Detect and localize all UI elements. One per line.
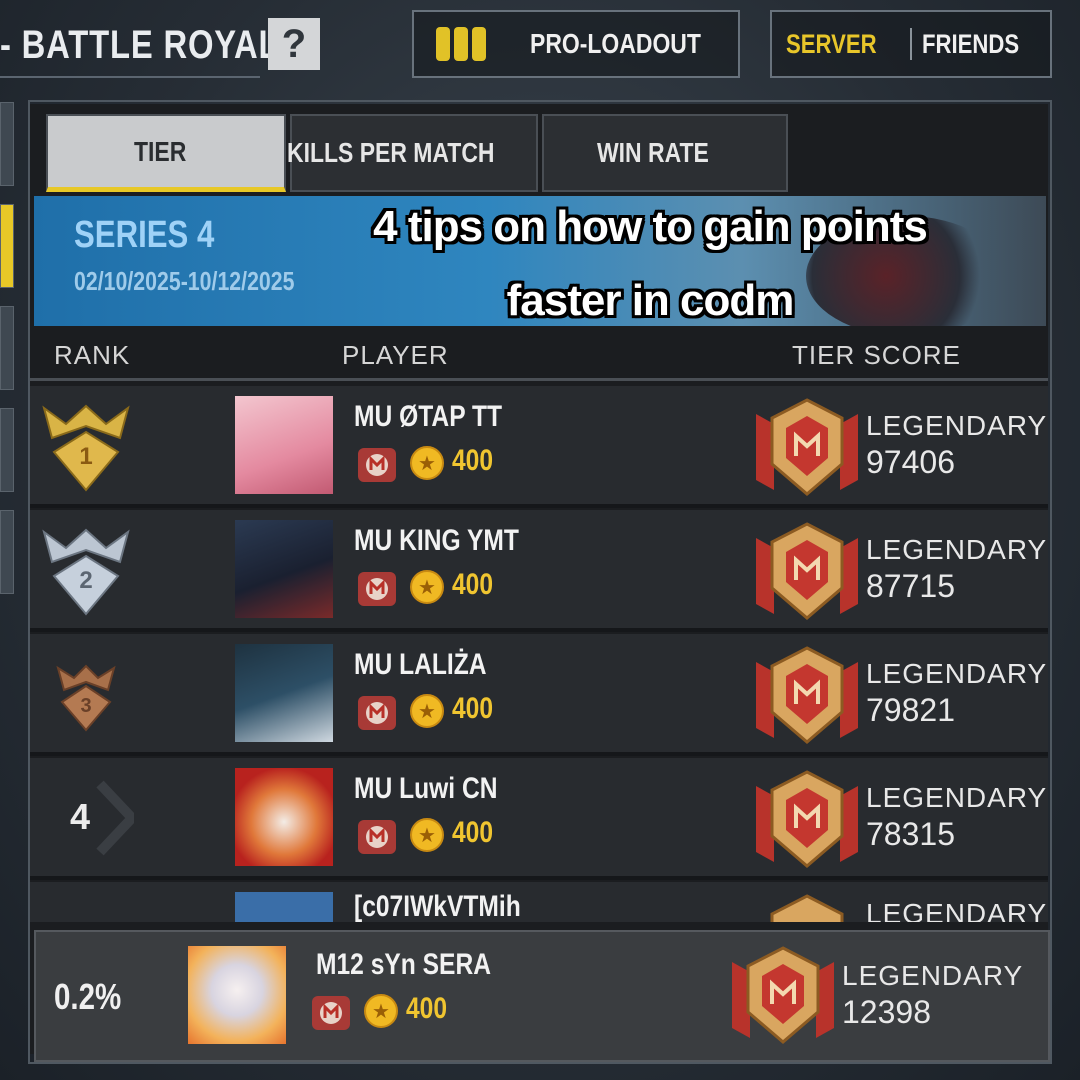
mode-title: - BATTLE ROYALE — [0, 14, 301, 78]
silver-rank-icon: 2 — [42, 528, 130, 616]
tier-label: LEGENDARY — [866, 782, 1048, 813]
side-tab[interactable] — [0, 102, 14, 186]
player-points: 400 — [452, 692, 494, 725]
player-name: MU KING YMT — [354, 524, 519, 557]
avatar — [235, 396, 333, 494]
legendary-tier-icon — [756, 398, 858, 496]
player-points: 400 — [406, 992, 448, 1025]
loadout-icon — [436, 27, 486, 61]
my-rank-row[interactable]: 0.2% M12 sYn SERA ★ 400 LEGENDARY 12398 — [34, 930, 1050, 1062]
table-row[interactable]: 1 MU ØTAP TT ★ 400 LEGENDARY 97406 — [30, 386, 1048, 508]
table-row[interactable]: 4 MU Luwi CN ★ 400 LEGENDARY 78315 — [30, 758, 1048, 880]
side-tab[interactable] — [0, 408, 14, 492]
rank-number: 4 — [70, 796, 91, 837]
player-points: 400 — [452, 816, 494, 849]
tab-tier[interactable]: TIER — [46, 114, 286, 192]
side-tab-active[interactable] — [0, 204, 14, 288]
column-rank: RANK — [54, 340, 131, 370]
avatar — [235, 520, 333, 618]
clan-emblem-icon — [358, 448, 396, 482]
star-coin-icon: ★ — [364, 994, 398, 1028]
legendary-tier-icon — [756, 646, 858, 744]
clan-emblem-icon — [358, 572, 396, 606]
my-rank-percent: 0.2% — [54, 976, 122, 1017]
avatar — [235, 892, 333, 922]
player-name: MU Luwi CN — [354, 772, 498, 805]
tab-kills-per-match[interactable]: KILLS PER MATCH — [287, 114, 538, 192]
player-points: 400 — [452, 568, 494, 601]
svg-text:1: 1 — [79, 443, 92, 470]
player-points: 400 — [452, 444, 494, 477]
table-row[interactable]: [c07IWkVTMih LEGENDARY — [30, 882, 1048, 922]
tier-score: 78315 — [866, 816, 955, 852]
side-tab[interactable] — [0, 306, 14, 390]
avatar — [235, 768, 333, 866]
tab-server[interactable]: SERVER — [772, 29, 910, 60]
tier-label: LEGENDARY — [866, 410, 1048, 441]
caption-line: 4 tips on how to gain points — [373, 202, 928, 251]
tier-score: 12398 — [842, 994, 931, 1030]
player-name: [c07IWkVTMih — [354, 890, 521, 922]
video-caption: 4 tips on how to gain points faster in c… — [280, 190, 1020, 338]
svg-text:2: 2 — [79, 567, 92, 594]
clan-emblem-icon — [358, 820, 396, 854]
tier-score: 79821 — [866, 692, 955, 728]
clan-emblem-icon — [358, 696, 396, 730]
help-button[interactable]: ? — [268, 18, 320, 70]
column-tier-score: TIER SCORE — [792, 340, 961, 370]
legendary-tier-icon — [756, 522, 858, 620]
tier-label: LEGENDARY — [842, 960, 1024, 991]
tier-label: LEGENDARY — [866, 534, 1048, 565]
category-tabs: TIER KILLS PER MATCH WIN RATE — [46, 114, 788, 192]
tier-score: 97406 — [866, 444, 955, 480]
star-coin-icon: ★ — [410, 694, 444, 728]
star-coin-icon: ★ — [410, 570, 444, 604]
star-coin-icon: ★ — [410, 446, 444, 480]
player-name: MU ØTAP TT — [354, 400, 503, 433]
legendary-tier-icon — [732, 946, 834, 1044]
player-name: M12 sYn SERA — [316, 948, 491, 981]
clan-emblem-icon — [312, 996, 350, 1030]
tier-label: LEGENDARY — [866, 898, 1048, 922]
avatar — [188, 946, 286, 1044]
tier-label: LEGENDARY — [866, 658, 1048, 689]
pro-loadout-button[interactable]: PRO-LOADOUT — [412, 10, 740, 78]
header-divider — [30, 378, 1048, 381]
legendary-tier-icon — [756, 770, 858, 868]
pro-loadout-label: PRO-LOADOUT — [529, 28, 701, 59]
caption-line: faster in codm — [506, 276, 795, 325]
avatar — [235, 644, 333, 742]
tab-win-rate[interactable]: WIN RATE — [542, 114, 788, 192]
player-name: MU LALIŻA — [354, 648, 487, 681]
side-tab[interactable] — [0, 510, 14, 594]
scope-tabs: SERVER FRIENDS — [770, 10, 1052, 78]
gold-rank-icon: 1 — [42, 404, 130, 492]
tier-score: 87715 — [866, 568, 955, 604]
column-player: PLAYER — [342, 340, 449, 370]
tab-friends[interactable]: FRIENDS — [912, 29, 1050, 60]
series-title: SERIES 4 — [74, 214, 215, 256]
table-row[interactable]: 2 MU KING YMT ★ 400 LEGENDARY 87715 — [30, 510, 1048, 632]
bronze-rank-icon: 3 — [56, 664, 116, 732]
legendary-tier-icon — [770, 894, 844, 922]
table-row[interactable]: 3 MU LALIŻA ★ 400 LEGENDARY 79821 — [30, 634, 1048, 756]
svg-text:3: 3 — [80, 695, 91, 717]
star-coin-icon: ★ — [410, 818, 444, 852]
